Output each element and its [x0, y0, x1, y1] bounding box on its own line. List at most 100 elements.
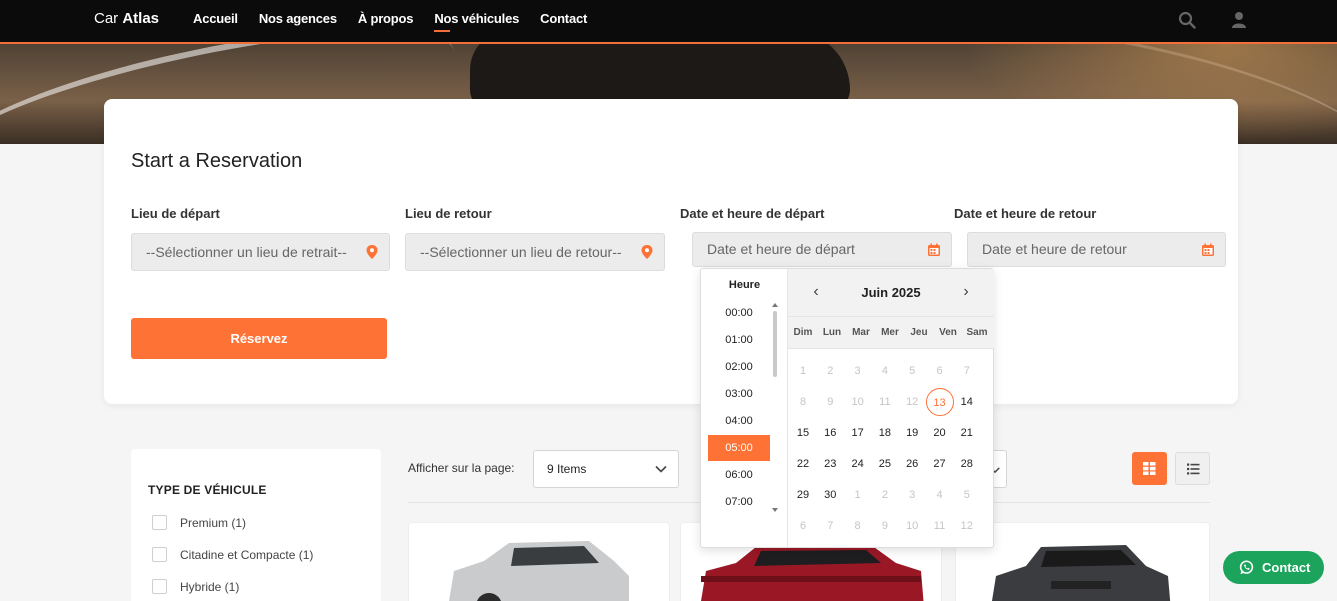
top-navbar: Car Atlas Accueil Nos agences À propos N… [0, 0, 1337, 44]
checkbox[interactable] [152, 515, 167, 530]
calendar-day[interactable]: 17 [844, 419, 872, 447]
grid-view-icon [1143, 462, 1156, 475]
time-option[interactable]: 07:00 [708, 489, 770, 515]
time-column-title: Heure [728, 279, 761, 291]
weekday-label: Jeu [910, 327, 928, 338]
list-view-button[interactable] [1175, 452, 1210, 485]
calendar-day[interactable]: 23 [816, 450, 844, 478]
calendar-day: 7 [963, 365, 970, 377]
whatsapp-contact-button[interactable]: Contact [1223, 551, 1324, 584]
calendar-icon [1202, 243, 1214, 256]
calendar-day: 6 [936, 365, 943, 377]
start-datetime-label: Date et heure de départ [680, 206, 825, 221]
checkbox[interactable] [152, 547, 167, 562]
calendar-day[interactable]: 19 [898, 419, 926, 447]
calendar-day: 6 [799, 520, 807, 532]
filter-option[interactable]: Premium (1) [152, 515, 246, 530]
pickup-label: Lieu de départ [131, 206, 220, 221]
calendar-day[interactable]: 16 [816, 419, 844, 447]
calendar-day[interactable]: 14 [953, 388, 981, 416]
time-scrollbar[interactable] [773, 311, 777, 377]
weekday-label: Lun [822, 327, 842, 338]
calendar-header: ‹ Juin 2025 › [788, 269, 994, 317]
time-option[interactable]: 01:00 [708, 327, 770, 353]
calendar-day[interactable]: 28 [953, 450, 981, 478]
scroll-up-icon[interactable] [771, 302, 779, 308]
weekday-label: Dim [793, 327, 813, 338]
datetime-picker: Heure 00:00 01:00 02:00 03:00 04:00 05:0… [700, 268, 994, 548]
calendar-day[interactable]: 30 [816, 481, 844, 509]
start-datetime-input[interactable]: Date et heure de départ [692, 232, 952, 267]
weekday-row: Dim Lun Mar Mer Jeu Ven Sam [788, 317, 994, 349]
calendar-day: 2 [827, 365, 834, 377]
calendar-day: 1 [799, 365, 807, 377]
weekday-label: Mer [881, 327, 899, 338]
calendar-day-today[interactable]: 13 [925, 388, 954, 416]
time-option[interactable]: 02:00 [708, 354, 770, 380]
calendar-day: 8 [799, 396, 807, 408]
per-page-label: Afficher sur la page: [408, 461, 515, 475]
calendar-day[interactable]: 26 [898, 450, 926, 478]
vehicle-card[interactable] [408, 522, 670, 601]
filter-title: TYPE DE VÉHICULE [148, 483, 267, 497]
time-column: Heure 00:00 01:00 02:00 03:00 04:00 05:0… [701, 269, 788, 547]
calendar-day: 9 [827, 396, 834, 408]
brand-logo[interactable]: Car Atlas [94, 10, 159, 27]
time-option[interactable]: 00:00 [708, 300, 770, 326]
time-option[interactable]: 03:00 [708, 381, 770, 407]
end-datetime-input[interactable]: Date et heure de retour [967, 232, 1226, 267]
calendar-icon [928, 243, 940, 256]
return-location-select[interactable]: --Sélectionner un lieu de retour-- [405, 233, 665, 271]
time-option[interactable]: 04:00 [708, 408, 770, 434]
calendar-day: 10 [851, 396, 864, 408]
nav-link-agences[interactable]: Nos agences [259, 11, 337, 26]
filter-option[interactable]: Citadine et Compacte (1) [152, 547, 313, 562]
nav-links: Accueil Nos agences À propos Nos véhicul… [193, 11, 608, 32]
calendar-day: 5 [963, 489, 970, 501]
weekday-label: Mar [852, 327, 870, 338]
time-option-selected[interactable]: 05:00 [708, 435, 770, 461]
nav-link-accueil[interactable]: Accueil [193, 11, 238, 26]
calendar-day: 3 [909, 489, 916, 501]
calendar-day: 5 [909, 365, 916, 377]
calendar-day: 10 [906, 520, 919, 532]
grid-view-button[interactable] [1132, 452, 1167, 485]
next-month-button[interactable]: › [958, 283, 974, 301]
calendar-day[interactable]: 21 [953, 419, 981, 447]
calendar-day: 3 [854, 365, 861, 377]
time-option[interactable]: 06:00 [708, 462, 770, 488]
pickup-location-select[interactable]: --Sélectionner un lieu de retrait-- [131, 233, 390, 271]
weekday-label: Sam [966, 327, 988, 338]
map-pin-icon [641, 245, 653, 259]
vehicle-image [701, 545, 924, 601]
calendar-day: 9 [881, 520, 888, 532]
nav-link-a-propos[interactable]: À propos [358, 11, 414, 26]
calendar-day: 11 [933, 520, 946, 532]
filter-option[interactable]: Hybride (1) [152, 579, 239, 594]
calendar-day[interactable]: 27 [926, 450, 954, 478]
calendar-day[interactable]: 24 [844, 450, 872, 478]
scroll-down-icon[interactable] [771, 507, 779, 513]
vehicle-type-filter: TYPE DE VÉHICULE Premium (1) Citadine et… [131, 449, 381, 601]
calendar-day[interactable]: 25 [871, 450, 899, 478]
calendar-day: 12 [906, 396, 919, 408]
calendar-day[interactable]: 18 [871, 419, 899, 447]
calendar-day: 1 [854, 489, 861, 501]
calendar-day[interactable]: 22 [789, 450, 817, 478]
calendar-day[interactable]: 29 [789, 481, 817, 509]
calendar-day: 4 [936, 489, 943, 501]
calendar-day: 11 [879, 396, 891, 408]
reserve-button[interactable]: Réservez [131, 318, 387, 359]
per-page-select[interactable]: 9 Items [533, 450, 679, 488]
calendar-day[interactable]: 15 [789, 419, 817, 447]
checkbox[interactable] [152, 579, 167, 594]
nav-link-vehicules[interactable]: Nos véhicules [434, 11, 519, 32]
return-label: Lieu de retour [405, 206, 492, 221]
calendar-day: 4 [881, 365, 888, 377]
calendar-day[interactable]: 20 [926, 419, 954, 447]
chevron-down-icon [655, 465, 667, 473]
user-icon[interactable] [1230, 11, 1248, 29]
nav-link-contact[interactable]: Contact [540, 11, 587, 26]
map-pin-icon [366, 245, 378, 259]
search-icon[interactable] [1178, 11, 1196, 29]
